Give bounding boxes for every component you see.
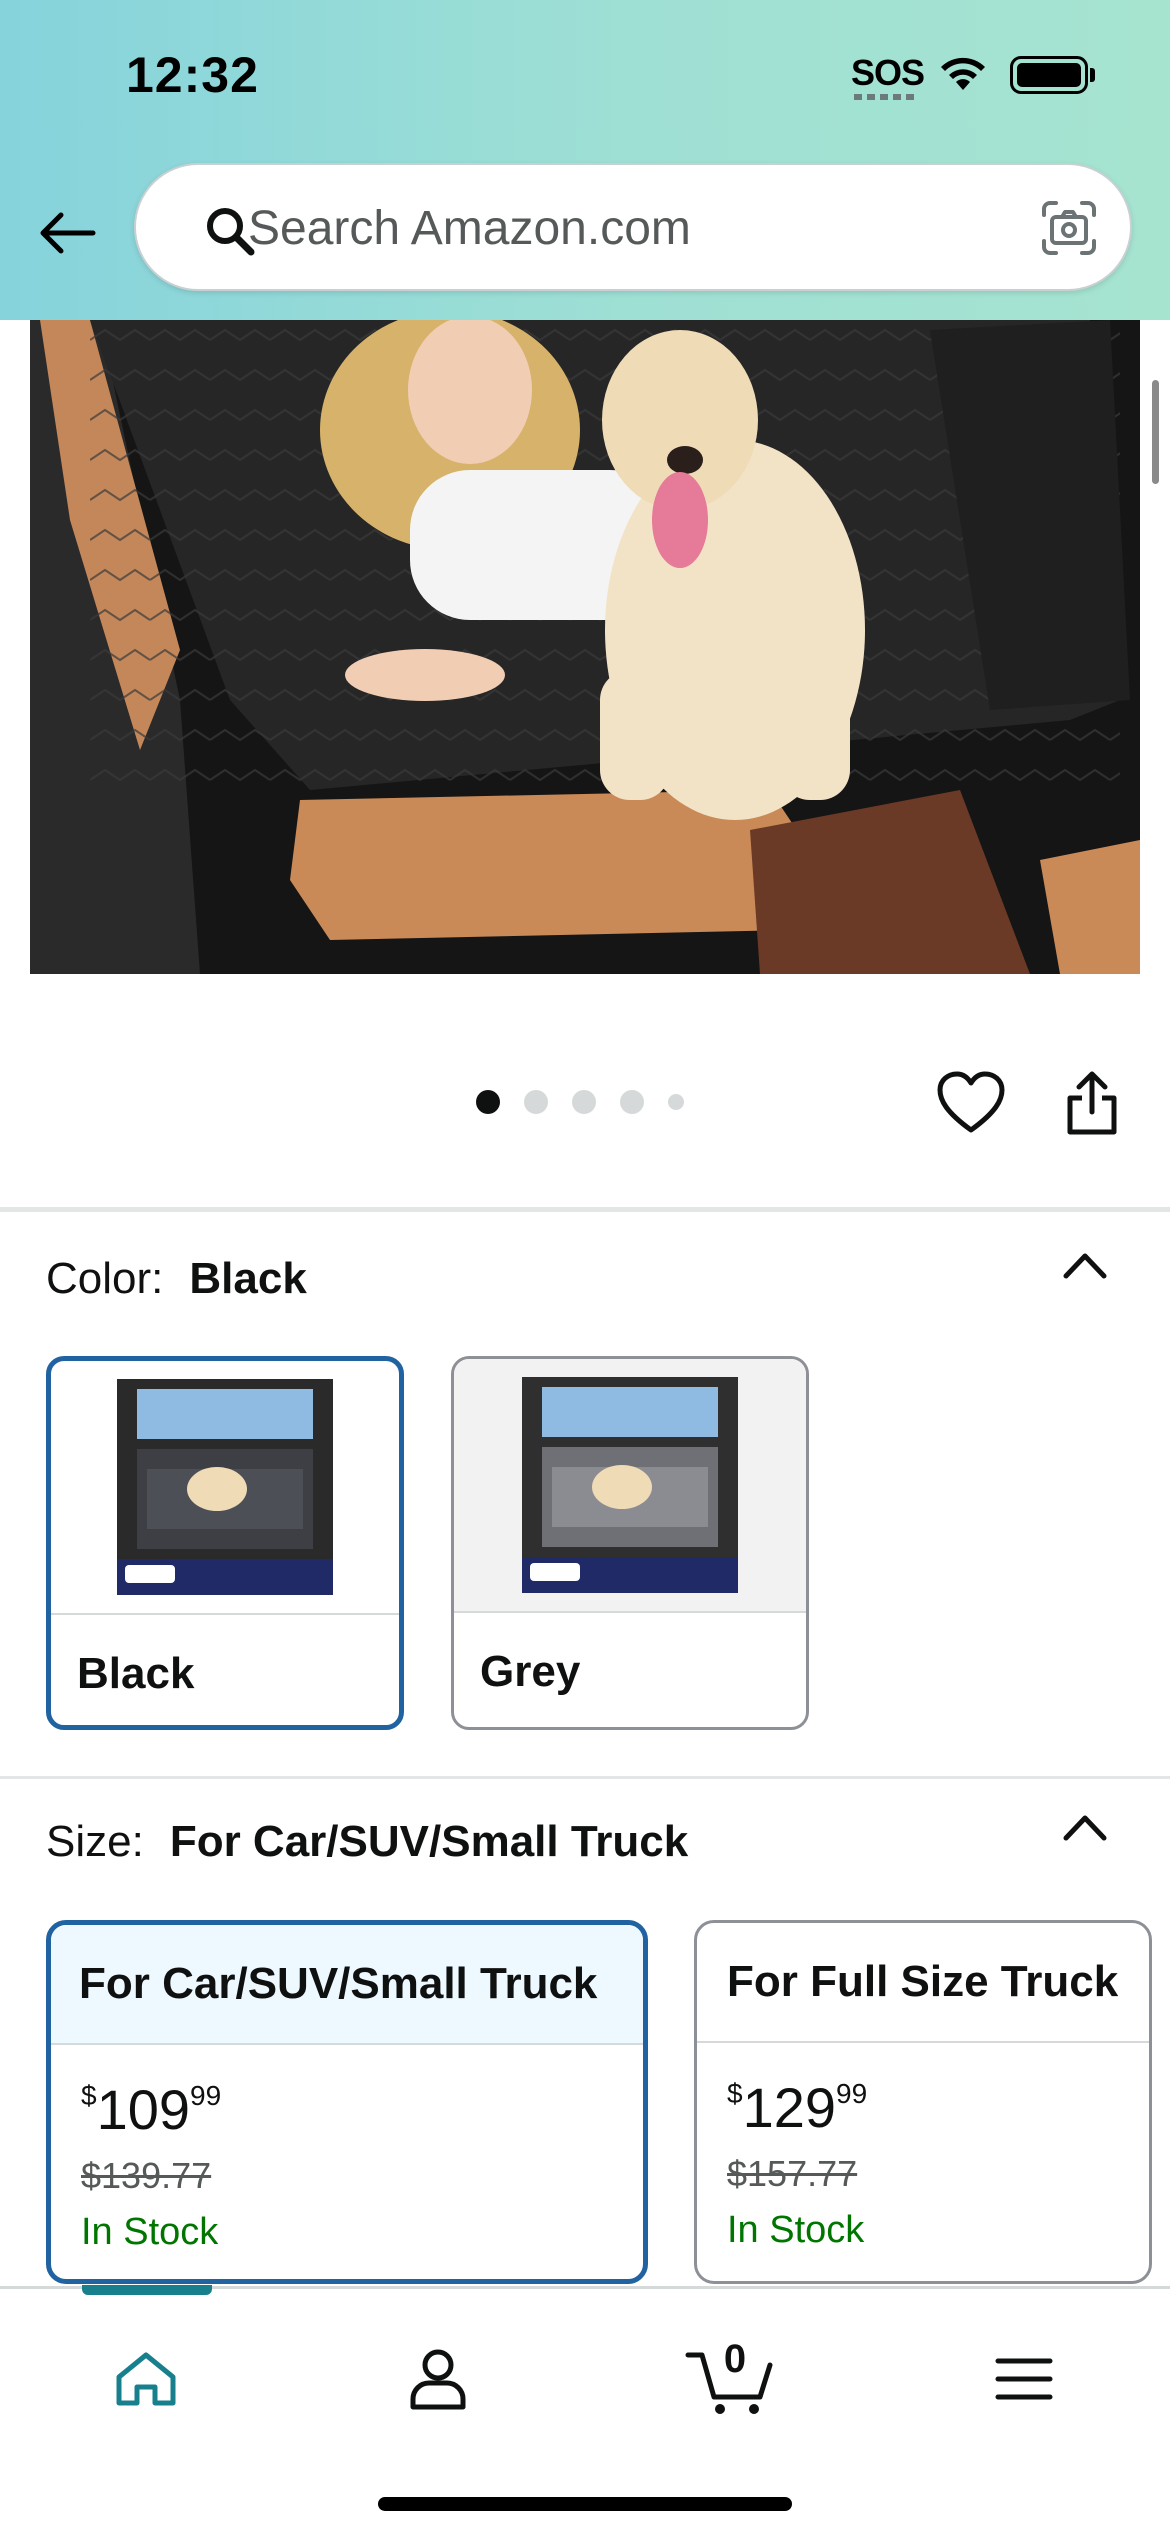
price-currency: $ (727, 2078, 743, 2109)
sos-indicator: SOS (851, 52, 925, 93)
size-option-price: $10999 (81, 2077, 221, 2142)
price-whole: 129 (742, 2076, 837, 2139)
availability: In Stock (727, 2209, 865, 2251)
arrow-left-icon (40, 212, 96, 254)
size-label-text: Size: (46, 1817, 144, 1866)
section-divider (0, 1207, 1170, 1212)
color-collapse-button[interactable] (1062, 1250, 1108, 1285)
size-option-name: For Car/SUV/Small Truck (51, 1925, 643, 2045)
scroll-indicator (1152, 380, 1159, 484)
section-divider (0, 1776, 1170, 1779)
image-pager[interactable] (476, 1090, 684, 1114)
chevron-up-icon (1063, 1253, 1107, 1279)
user-icon (410, 2349, 466, 2410)
signal-dots-icon (854, 94, 914, 100)
price-whole: 109 (96, 2078, 191, 2141)
color-swatch-grey[interactable]: Grey (451, 1356, 809, 1730)
availability: In Stock (81, 2211, 219, 2253)
size-option-name: For Full Size Truck (697, 1923, 1149, 2043)
product-image[interactable] (30, 320, 1140, 974)
cart-count-badge: 0 (723, 2337, 747, 2381)
add-to-list-button[interactable] (936, 1070, 1006, 1141)
swatch-thumbnail-grey (454, 1359, 806, 1613)
price-currency: $ (81, 2080, 97, 2111)
nav-menu[interactable] (964, 2329, 1084, 2429)
wifi-icon (941, 57, 985, 90)
color-swatch-black[interactable]: Black (46, 1356, 404, 1730)
nav-home[interactable] (86, 2329, 206, 2429)
swatch-image-black (117, 1379, 333, 1595)
nav-account[interactable] (378, 2329, 498, 2429)
share-icon (1067, 1071, 1117, 1135)
status-bar: 12:32 SOS (0, 0, 1170, 150)
battery-icon (1010, 56, 1088, 94)
price-fraction: 99 (836, 2078, 868, 2109)
size-option-price: $12999 (727, 2075, 867, 2140)
size-label: Size: For Car/SUV/Small Truck (46, 1817, 688, 1867)
swatch-thumbnail-black (51, 1361, 399, 1615)
pager-dot-4[interactable] (620, 1090, 644, 1114)
bottom-nav: 0 (0, 2285, 1170, 2532)
size-collapse-button[interactable] (1062, 1812, 1108, 1847)
battery-nub (1090, 68, 1095, 82)
share-button[interactable] (1062, 1068, 1122, 1143)
active-tab-indicator (82, 2285, 212, 2295)
product-photo-illustration (30, 320, 1140, 974)
size-selected-value: For Car/SUV/Small Truck (169, 1817, 689, 1866)
swatch-name-grey: Grey (480, 1647, 581, 1696)
chevron-up-icon (1063, 1815, 1107, 1841)
back-button[interactable] (32, 198, 102, 268)
nav-cart[interactable]: 0 (670, 2329, 790, 2429)
search-bar[interactable] (134, 163, 1132, 291)
color-selected-value: Black (189, 1254, 307, 1303)
swatch-image-grey (522, 1377, 738, 1593)
color-label: Color: Black (46, 1254, 307, 1304)
swatch-name-black: Black (77, 1649, 195, 1698)
heart-icon (937, 1071, 1005, 1133)
pager-dot-3[interactable] (572, 1090, 596, 1114)
home-indicator (378, 2497, 792, 2511)
search-input[interactable] (248, 195, 948, 261)
list-price: $157.77 (727, 2153, 858, 2194)
pager-dot-5[interactable] (668, 1094, 684, 1110)
camera-scan-icon[interactable] (1040, 199, 1098, 257)
size-option-full-size-truck[interactable]: For Full Size Truck $12999 $157.77 In St… (694, 1920, 1152, 2284)
status-time: 12:32 (126, 47, 259, 103)
color-label-text: Color: (46, 1254, 164, 1303)
price-fraction: 99 (190, 2080, 222, 2111)
pager-dot-1[interactable] (476, 1090, 500, 1114)
size-option-car-suv[interactable]: For Car/SUV/Small Truck $10999 $139.77 I… (46, 1920, 648, 2284)
hamburger-menu-icon (995, 2358, 1053, 2400)
home-icon (116, 2352, 176, 2406)
list-price: $139.77 (81, 2155, 212, 2196)
app-header: 12:32 SOS (0, 0, 1170, 320)
pager-dot-2[interactable] (524, 1090, 548, 1114)
